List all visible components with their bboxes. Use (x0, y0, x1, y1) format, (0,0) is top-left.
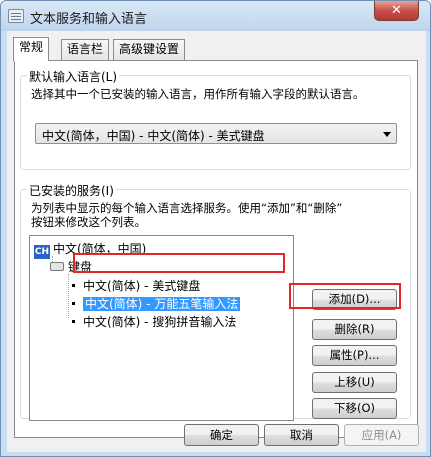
default-language-description: 选择其中一个已安装的输入语言，用作所有输入字段的默认语言。 (31, 87, 365, 101)
language-badge-icon: CH (34, 245, 50, 259)
apply-button[interactable]: 应用(A) (344, 424, 419, 446)
title-bar[interactable]: 文本服务和输入语言 ✕ (1, 1, 430, 31)
move-down-button[interactable]: 下移(O) (312, 398, 397, 419)
tree-item-wanneng-wubi[interactable]: 中文(简体) - 万能五笔输入法 (70, 296, 241, 312)
default-language-value: 中文(简体，中国) - 中文(简体) - 美式键盘 (42, 129, 265, 143)
keyboard-icon (50, 262, 64, 271)
installed-services-label: 已安装的服务(I) (27, 182, 116, 199)
highlight-selected-item (73, 253, 285, 273)
close-icon: ✕ (391, 3, 402, 18)
highlight-remove-button (289, 283, 401, 309)
tab-panel-general: 默认输入语言(L) 选择其中一个已安装的输入语言，用作所有输入字段的默认语言。 … (14, 60, 418, 438)
close-button[interactable]: ✕ (374, 1, 419, 21)
dialog-window: 文本服务和输入语言 ✕ 常规 语言栏 高级键设置 默认输入语言(L) 选择其中一… (0, 0, 431, 457)
bullet-icon (72, 320, 75, 323)
window-icon (8, 9, 24, 23)
tab-language-bar[interactable]: 语言栏 (61, 39, 110, 60)
remove-button[interactable]: 删除(R) (312, 319, 397, 340)
tree-item-label: 中文(简体) - 美式键盘 (83, 279, 201, 293)
cancel-button[interactable]: 取消 (264, 424, 339, 446)
tree-item-label: 中文(简体) - 搜狗拼音输入法 (83, 315, 237, 329)
tree-item-us-keyboard[interactable]: 中文(简体) - 美式键盘 (70, 278, 200, 294)
tree-connector (68, 274, 69, 318)
default-language-label: 默认输入语言(L) (27, 68, 120, 85)
chevron-down-icon (383, 132, 391, 137)
installed-services-description-2: 按钮来修改这个列表。 (31, 215, 146, 229)
default-language-select[interactable]: 中文(简体，中国) - 中文(简体) - 美式键盘 (35, 123, 397, 144)
tree-item-label: 中文(简体) - 万能五笔输入法 (83, 297, 241, 311)
tab-general[interactable]: 常规 (13, 37, 50, 61)
bullet-icon (72, 284, 75, 287)
window-title: 文本服务和输入语言 (30, 12, 148, 27)
properties-button[interactable]: 属性(P)... (312, 345, 397, 366)
tab-advanced-key-settings[interactable]: 高级键设置 (113, 39, 186, 60)
ok-button[interactable]: 确定 (184, 424, 259, 446)
dialog-client: 常规 语言栏 高级键设置 默认输入语言(L) 选择其中一个已安装的输入语言，用作… (7, 31, 426, 452)
installed-services-description-1: 为列表中显示的每个输入语言选择服务。使用“添加”和“删除” (31, 201, 343, 215)
tree-item-sogou-pinyin[interactable]: 中文(简体) - 搜狗拼音输入法 (70, 314, 236, 330)
bullet-icon (72, 302, 75, 305)
move-up-button[interactable]: 上移(U) (312, 372, 397, 393)
